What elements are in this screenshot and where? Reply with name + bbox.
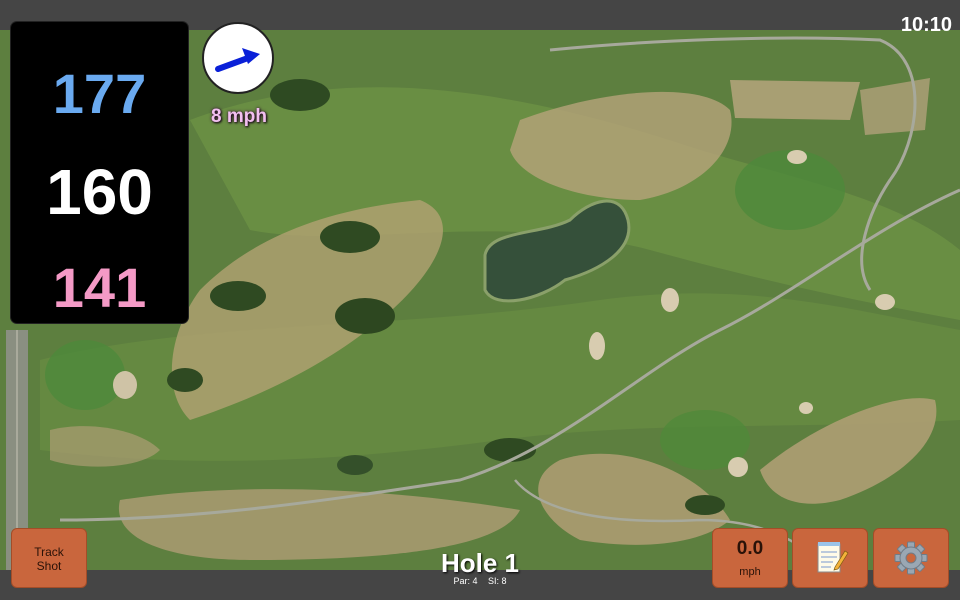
wind-speed-value: 0.0 [736, 538, 764, 559]
hole-par: Par: 4 [453, 576, 478, 586]
settings-button[interactable] [873, 528, 949, 588]
middle-yardage: 160 [46, 156, 153, 228]
yardage-panel: 177 160 141 [11, 22, 188, 323]
track-shot-button[interactable]: Track Shot [11, 528, 87, 588]
wind-speed-label: 8 mph [211, 106, 267, 127]
track-shot-label-line1: Track [34, 545, 64, 559]
wind-direction-dial [202, 22, 274, 94]
hole-info: Par: 4 SI: 8 [380, 576, 580, 586]
back-yardage: 177 [52, 62, 147, 125]
notes-button[interactable] [792, 528, 868, 588]
hole-title: Hole 1 [440, 548, 520, 578]
wind-speed-button[interactable]: 0.0 mph [712, 528, 788, 588]
notepad-icon [817, 542, 849, 573]
clock: 10:10 [900, 14, 952, 36]
wind-arrow-icon [215, 48, 260, 72]
front-yardage: 141 [52, 256, 147, 319]
wind-speed-unit: mph [739, 566, 761, 578]
track-shot-label-line2: Shot [36, 559, 62, 573]
hole-stroke-index: SI: 8 [488, 576, 507, 586]
gear-icon [894, 541, 928, 575]
